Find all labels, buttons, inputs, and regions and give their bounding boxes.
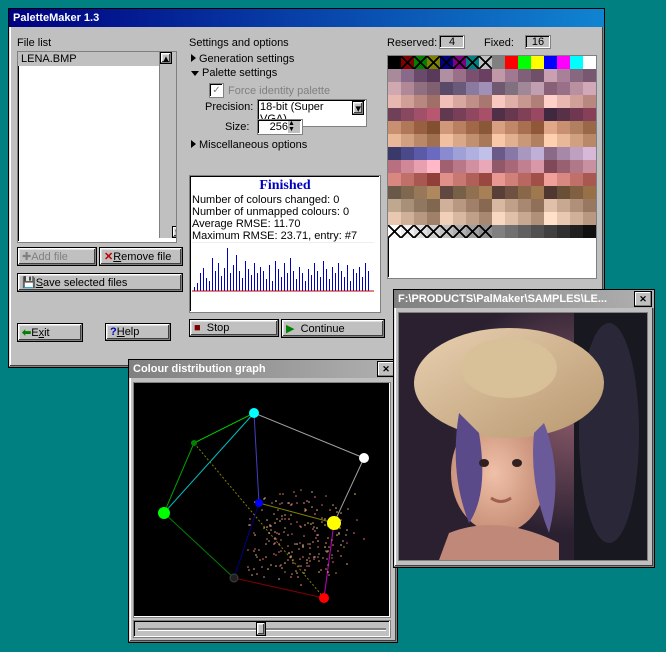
add-file-button[interactable]: ✚ Add file — [17, 247, 97, 266]
expand-icon — [191, 140, 196, 148]
palette-grid[interactable] — [387, 55, 597, 279]
file-list-label: File list — [17, 37, 51, 49]
continue-button[interactable]: ▶ Continue — [281, 319, 385, 338]
gen-settings-row[interactable]: Generation settings — [191, 53, 294, 65]
size-input[interactable]: 256▲▼ — [257, 119, 303, 135]
file-list[interactable]: LENA.BMP ▴ ▾ — [17, 51, 177, 243]
status-avg: Average RMSE: 11.70 — [192, 218, 378, 230]
stop-button[interactable]: ■ Stop — [189, 319, 279, 337]
histogram-chart — [192, 242, 374, 293]
force-identity-row[interactable]: ✓ Force identity palette — [209, 83, 330, 98]
img-titlebar[interactable]: F:\PRODUCTS\PalMaker\SAMPLES\LE... ✕ — [394, 290, 654, 308]
img-title: F:\PRODUCTS\PalMaker\SAMPLES\LE... — [396, 293, 632, 305]
graph-titlebar[interactable]: Colour distribution graph ✕ — [129, 360, 397, 378]
status-max: Maximum RMSE: 23.71, entry: #7 — [192, 230, 378, 242]
status-panel: Finished Number of colours changed: 0 Nu… — [189, 175, 381, 313]
fixed-value: 16 — [525, 35, 551, 49]
graph-title: Colour distribution graph — [131, 363, 375, 375]
status-changed: Number of colours changed: 0 — [192, 194, 378, 206]
expand-icon — [191, 54, 196, 62]
scroll-down-icon[interactable]: ▾ — [172, 226, 177, 238]
slider-thumb[interactable] — [256, 622, 266, 636]
size-label: Size: — [225, 121, 249, 133]
status-unmapped: Number of unmapped colours: 0 — [192, 206, 378, 218]
remove-file-button[interactable]: ✕Remove file — [99, 247, 183, 266]
pal-settings-row[interactable]: Palette settings — [191, 67, 277, 79]
chevron-down-icon[interactable]: ▾ — [352, 101, 364, 115]
collapse-icon — [191, 71, 199, 76]
reserved-value: 4 — [439, 35, 465, 49]
settings-header: Settings and options — [189, 37, 289, 49]
scrollbar[interactable]: ▴ ▾ — [159, 52, 176, 238]
graph-slider[interactable] — [133, 620, 391, 638]
exit-button[interactable]: ⬅ Exit — [17, 323, 83, 342]
main-title: PaletteMaker 1.3 — [11, 12, 602, 24]
close-icon[interactable]: ✕ — [634, 291, 652, 307]
status-title: Finished — [192, 178, 378, 194]
misc-row[interactable]: Miscellaneous options — [191, 139, 307, 151]
reserved-label: Reserved: — [387, 37, 437, 49]
colour-graph-window: Colour distribution graph ✕ — [128, 359, 398, 643]
spinner-icon[interactable]: ▲▼ — [288, 121, 300, 133]
help-button[interactable]: ? Help — [105, 323, 171, 341]
list-item[interactable]: LENA.BMP — [18, 52, 176, 66]
graph-canvas[interactable] — [133, 382, 391, 618]
main-titlebar[interactable]: PaletteMaker 1.3 — [9, 9, 604, 27]
scroll-up-icon[interactable]: ▴ — [160, 52, 172, 64]
precision-label: Precision: — [205, 101, 253, 113]
force-identity-checkbox[interactable]: ✓ — [209, 83, 224, 98]
fixed-label: Fixed: — [484, 37, 514, 49]
image-canvas — [398, 312, 648, 561]
image-preview-window: F:\PRODUCTS\PalMaker\SAMPLES\LE... ✕ — [393, 289, 655, 568]
save-files-button[interactable]: 💾 Save selected files — [17, 273, 183, 292]
